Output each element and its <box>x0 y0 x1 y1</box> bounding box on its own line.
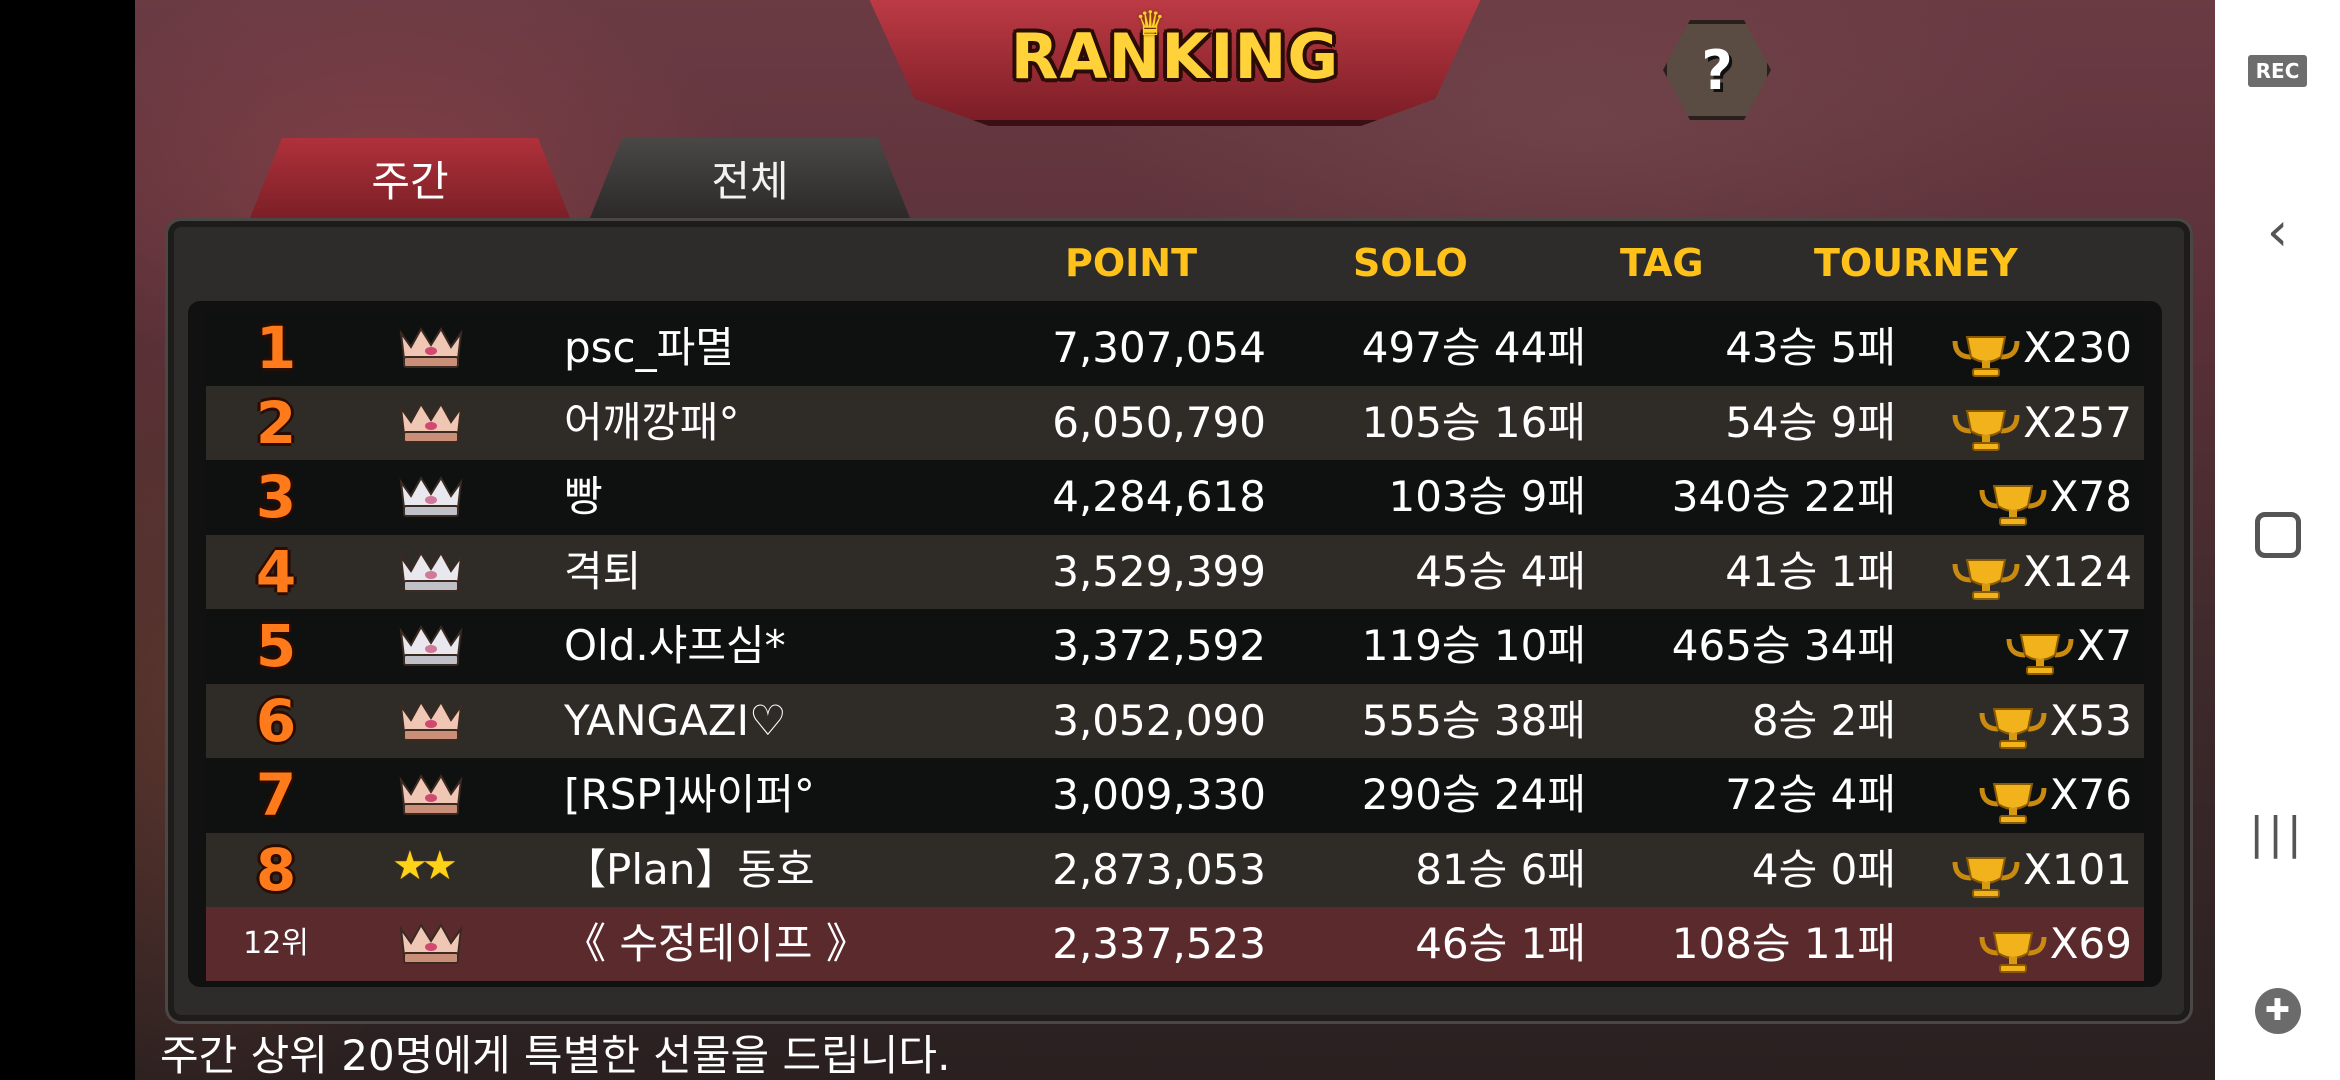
question-icon: ? <box>1701 38 1733 102</box>
rec-label: REC <box>2247 55 2308 87</box>
tourney-count: X7 <box>2076 621 2133 670</box>
screen-record-icon[interactable]: REC <box>2215 55 2340 87</box>
player-name: [RSP]싸이퍼° <box>564 770 815 819</box>
ranking-row[interactable]: 6 YANGAZI♡ 3,052,090 555승 38패 8승 2패 X53 <box>206 683 2144 758</box>
tourney-count: X124 <box>2023 546 2132 596</box>
ranking-row[interactable]: 1 psc_파멸 7,307,054 497승 44패 43승 5패 X230 <box>206 311 2144 385</box>
column-header-point: POINT <box>1065 241 1198 285</box>
bronze-crown-icon <box>396 400 466 446</box>
rank-number: 2 <box>255 388 297 457</box>
player-name: 《 수정테이프 》 <box>564 919 868 968</box>
trophy-icon <box>1951 849 2021 898</box>
ranking-row[interactable]: 7 [RSP]싸이퍼° 3,009,330 290승 24패 72승 4패 X76 <box>206 758 2144 832</box>
title-banner: RANKING <box>865 0 1485 126</box>
ranking-panel: POINT SOLO TAG TOURNEY 1 psc_파멸 7,307,054 4… <box>165 218 2193 1024</box>
ranking-row[interactable]: 2 어깨깡패° 6,050,790 105승 16패 54승 9패 X257 <box>206 385 2144 460</box>
rank-number: 4 <box>255 537 297 606</box>
tag-record: 4승 0패 <box>1751 844 1896 894</box>
rank-number: 12위 <box>243 926 309 961</box>
tag-record: 54승 9패 <box>1725 397 1896 447</box>
rank-number: 3 <box>255 463 297 531</box>
tourney-wins: X69 <box>1906 907 2132 981</box>
game-tools-icon[interactable]: ✚ <box>2215 988 2340 1034</box>
tab-overall[interactable]: 전체 <box>590 138 910 218</box>
rank-number: 5 <box>255 612 297 680</box>
bronze-crown-icon <box>396 921 466 967</box>
reward-notice: 주간 상위 20명에게 특별한 선물을 드립니다. <box>160 1031 951 1080</box>
tab-weekly[interactable]: 주간 <box>250 138 570 218</box>
trophy-icon <box>1951 402 2021 451</box>
trophy-icon <box>2005 626 2075 675</box>
column-header-solo: SOLO <box>1353 241 1468 285</box>
tourney-wins: X257 <box>1906 386 2132 460</box>
tourney-count: X257 <box>2023 397 2132 447</box>
tag-record: 340승 22패 <box>1671 472 1896 521</box>
rank-number: 8 <box>255 835 297 904</box>
back-icon[interactable]: ‹ <box>2215 200 2340 263</box>
left-black-bar <box>0 0 135 1080</box>
tourney-wins: X101 <box>1906 833 2132 907</box>
player-name: 【Plan】동호 <box>564 844 815 894</box>
silver-crown-icon <box>396 623 466 669</box>
tourney-count: X69 <box>2049 919 2132 968</box>
ranking-row[interactable]: 8 ★★ 【Plan】동호 2,873,053 81승 6패 4승 0패 X101 <box>206 832 2144 907</box>
tourney-count: X53 <box>2049 695 2132 745</box>
tourney-wins: X230 <box>1906 311 2132 385</box>
tag-record: 41승 1패 <box>1725 546 1896 596</box>
page-title: RANKING <box>1010 20 1340 93</box>
trophy-icon <box>1978 700 2048 749</box>
my-ranking-row[interactable]: 12위 《 수정테이프 》 2,337,523 46승 1패 108승 11패 X69 <box>206 907 2144 981</box>
tag-record: 43승 5패 <box>1725 323 1896 372</box>
bronze-crown-icon <box>396 772 466 818</box>
tourney-count: X76 <box>2049 770 2132 819</box>
trophy-icon <box>1951 328 2021 377</box>
tag-record: 465승 34패 <box>1671 621 1896 670</box>
tourney-count: X78 <box>2049 472 2132 521</box>
rank-number: 6 <box>255 686 297 755</box>
trophy-icon <box>1978 775 2048 824</box>
tourney-wins: X124 <box>1906 535 2132 609</box>
two-stars-icon: ★★ <box>392 842 458 889</box>
bronze-crown-icon <box>396 325 466 371</box>
home-icon[interactable] <box>2215 512 2340 558</box>
ranking-row[interactable]: 5 Old.샤프심* 3,372,592 119승 10패 465승 34패 X7 <box>206 609 2144 683</box>
crown-icon: ♛ <box>1135 4 1166 44</box>
ranking-row[interactable]: 3 빵 4,284,618 103승 9패 340승 22패 X78 <box>206 460 2144 534</box>
trophy-icon <box>1951 551 2021 600</box>
tag-record: 108승 11패 <box>1671 919 1896 968</box>
tourney-count: X230 <box>2023 323 2132 372</box>
recents-icon[interactable]: ||| <box>2215 808 2340 859</box>
column-header-tourney: TOURNEY <box>1814 241 2018 285</box>
tag-record: 72승 4패 <box>1725 770 1896 819</box>
player-name: 빵 <box>564 472 603 521</box>
rank-number: 1 <box>255 314 297 382</box>
ranking-screen: RANKING ♛ ? ✕ 주간 전체 POINT SOLO TAG TOURN… <box>135 0 2215 1080</box>
trophy-icon <box>1978 924 2048 973</box>
tag-record: 8승 2패 <box>1751 695 1896 745</box>
player-name: YANGAZI♡ <box>564 695 787 745</box>
tourney-wins: X53 <box>1906 684 2132 758</box>
player-name: Old.샤프심* <box>564 621 786 670</box>
tourney-wins: X7 <box>1906 609 2132 683</box>
tourney-wins: X78 <box>1906 460 2132 534</box>
bronze-crown-icon <box>396 698 466 744</box>
ranking-list[interactable]: 1 psc_파멸 7,307,054 497승 44패 43승 5패 X230 2 어깨깡패°… <box>188 301 2162 987</box>
rank-number: 7 <box>255 761 297 829</box>
player-name: 어깨깡패° <box>564 397 740 447</box>
player-name: psc_파멸 <box>564 323 734 372</box>
column-header-tag: TAG <box>1620 241 1704 285</box>
ranking-row[interactable]: 4 격퇴 3,529,399 45승 4패 41승 1패 X124 <box>206 534 2144 609</box>
player-name: 격퇴 <box>564 546 642 596</box>
silver-crown-icon <box>396 549 466 595</box>
trophy-icon <box>1978 477 2048 526</box>
tourney-count: X101 <box>2023 844 2132 894</box>
help-button[interactable]: ? <box>1663 20 1771 120</box>
silver-crown-icon <box>396 474 466 520</box>
tourney-wins: X76 <box>1906 758 2132 832</box>
